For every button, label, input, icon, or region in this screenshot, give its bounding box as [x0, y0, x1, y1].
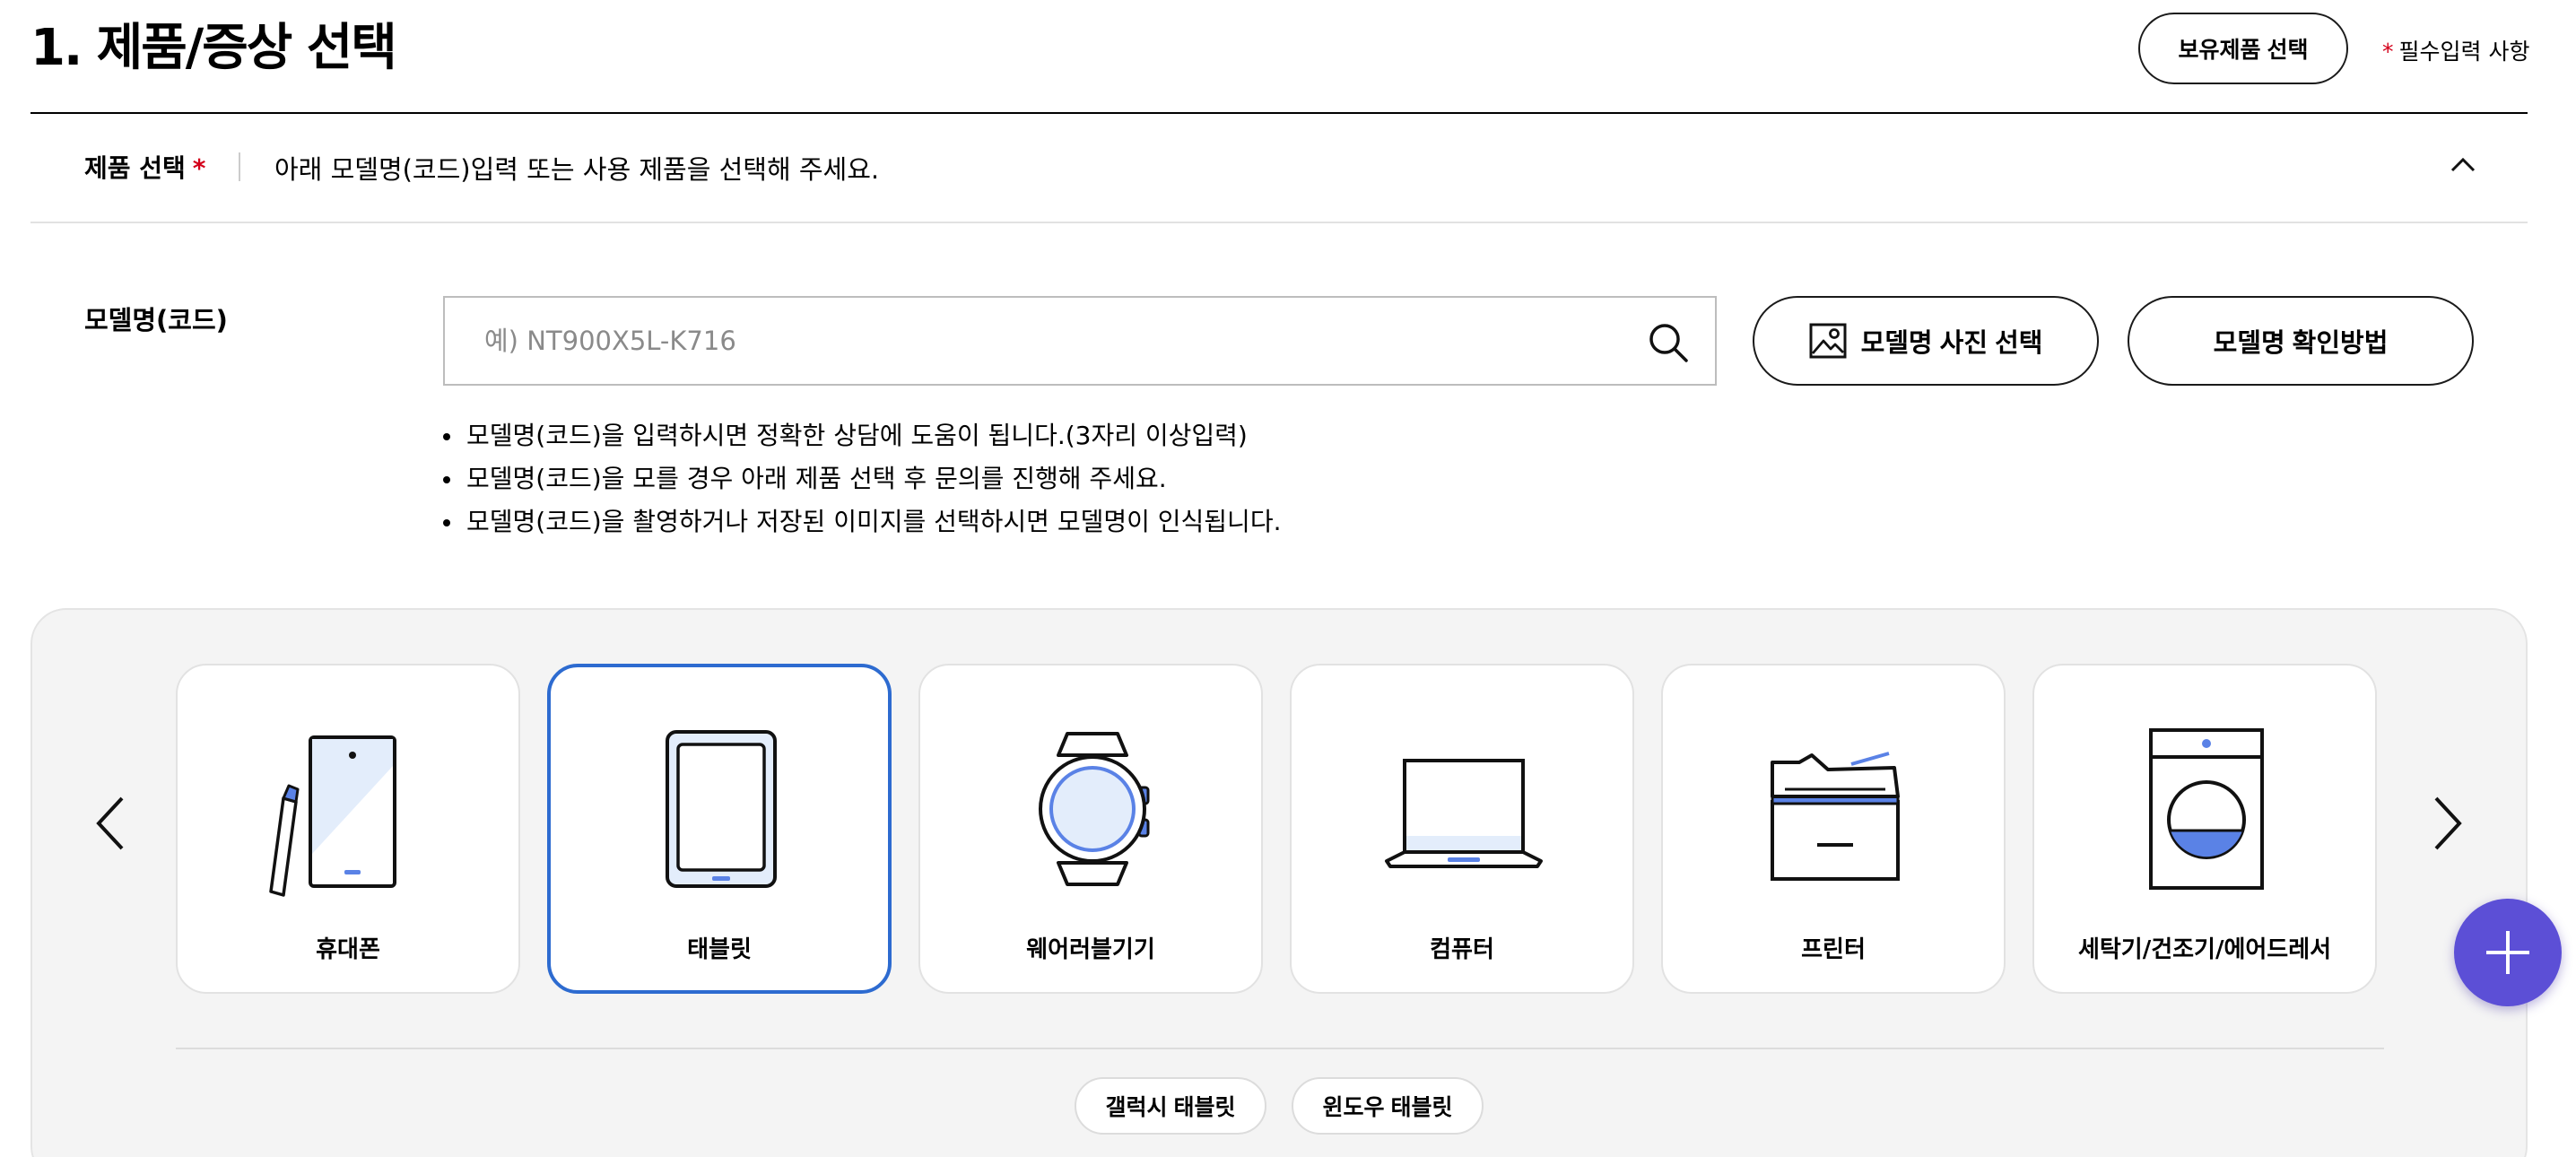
page-title: 1. 제품/증상 선택 — [30, 19, 397, 77]
floating-plus-button[interactable] — [2454, 899, 2562, 1006]
image-icon — [1809, 323, 1847, 359]
label-divider — [239, 152, 240, 181]
category-card-phone[interactable]: 휴대폰 — [176, 664, 520, 994]
category-label: 세탁기/건조기/에어드레서 — [2077, 936, 2332, 963]
search-icon[interactable] — [1647, 321, 1690, 364]
model-search-box — [443, 296, 1717, 386]
washing-machine-icon — [2149, 728, 2264, 890]
model-howto-button[interactable]: 모델명 확인방법 — [2128, 296, 2474, 386]
category-label: 컴퓨터 — [1430, 936, 1494, 963]
subcategory-chip-windows-tablet[interactable]: 윈도우 태블릿 — [1292, 1077, 1484, 1135]
chevron-left-icon[interactable] — [84, 787, 138, 859]
mobile-phone-icon — [269, 735, 396, 897]
category-card-printer[interactable]: 프린터 — [1661, 664, 2006, 994]
tip-item: 모델명(코드)을 모를 경우 아래 제품 선택 후 문의를 진행해 주세요. — [443, 457, 1281, 500]
product-select-label-text: 제품 선택 — [84, 153, 186, 183]
product-select-label: 제품 선택 * — [84, 149, 205, 185]
chevron-up-icon[interactable] — [2447, 149, 2479, 181]
category-label: 프린터 — [1801, 936, 1866, 963]
title-divider — [30, 112, 2528, 114]
page-root: 1. 제품/증상 선택 보유제품 선택 * 필수입력 사항 제품 선택 * 아래 모… — [0, 0, 2576, 1157]
chevron-right-icon[interactable] — [2420, 787, 2474, 859]
category-label: 태블릿 — [687, 936, 752, 963]
required-note-text: 필수입력 사항 — [2398, 39, 2530, 65]
model-code-label: 모델명(코드) — [84, 305, 228, 335]
model-photo-select-button[interactable]: 모델명 사진 선택 — [1753, 296, 2099, 386]
category-card-washer[interactable]: 세탁기/건조기/에어드레서 — [2032, 664, 2377, 994]
plus-icon — [2486, 931, 2529, 974]
model-photo-select-label: 모델명 사진 선택 — [1860, 329, 2043, 358]
subcategory-chip-galaxy-tablet[interactable]: 갤럭시 태블릿 — [1075, 1077, 1266, 1135]
tip-item: 모델명(코드)을 입력하시면 정확한 상담에 도움이 됩니다.(3자리 이상입력… — [443, 414, 1281, 457]
product-select-description: 아래 모델명(코드)입력 또는 사용 제품을 선택해 주세요. — [274, 154, 880, 185]
category-card-wearable[interactable]: 웨어러블기기 — [918, 664, 1263, 994]
required-star: * — [192, 153, 206, 183]
printer-icon — [1771, 752, 1900, 881]
required-field-note: * 필수입력 사항 — [2382, 34, 2529, 66]
tablet-icon — [666, 730, 777, 888]
model-code-input[interactable] — [445, 298, 1611, 384]
section-divider — [30, 222, 2528, 223]
panel-divider — [176, 1048, 2384, 1049]
required-star: * — [2382, 39, 2394, 65]
laptop-icon — [1385, 759, 1543, 868]
category-card-computer[interactable]: 컴퓨터 — [1290, 664, 1634, 994]
smartwatch-icon — [1039, 732, 1150, 886]
category-label: 휴대폰 — [316, 936, 380, 963]
category-label: 웨어러블기기 — [1026, 936, 1155, 963]
tip-item: 모델명(코드)을 촬영하거나 저장된 이미지를 선택하시면 모델명이 인식됩니다… — [443, 500, 1281, 544]
category-card-tablet[interactable]: 태블릿 — [547, 664, 892, 994]
model-code-tips: 모델명(코드)을 입력하시면 정확한 상담에 도움이 됩니다.(3자리 이상입력… — [443, 414, 1281, 544]
owned-products-button[interactable]: 보유제품 선택 — [2138, 13, 2348, 84]
